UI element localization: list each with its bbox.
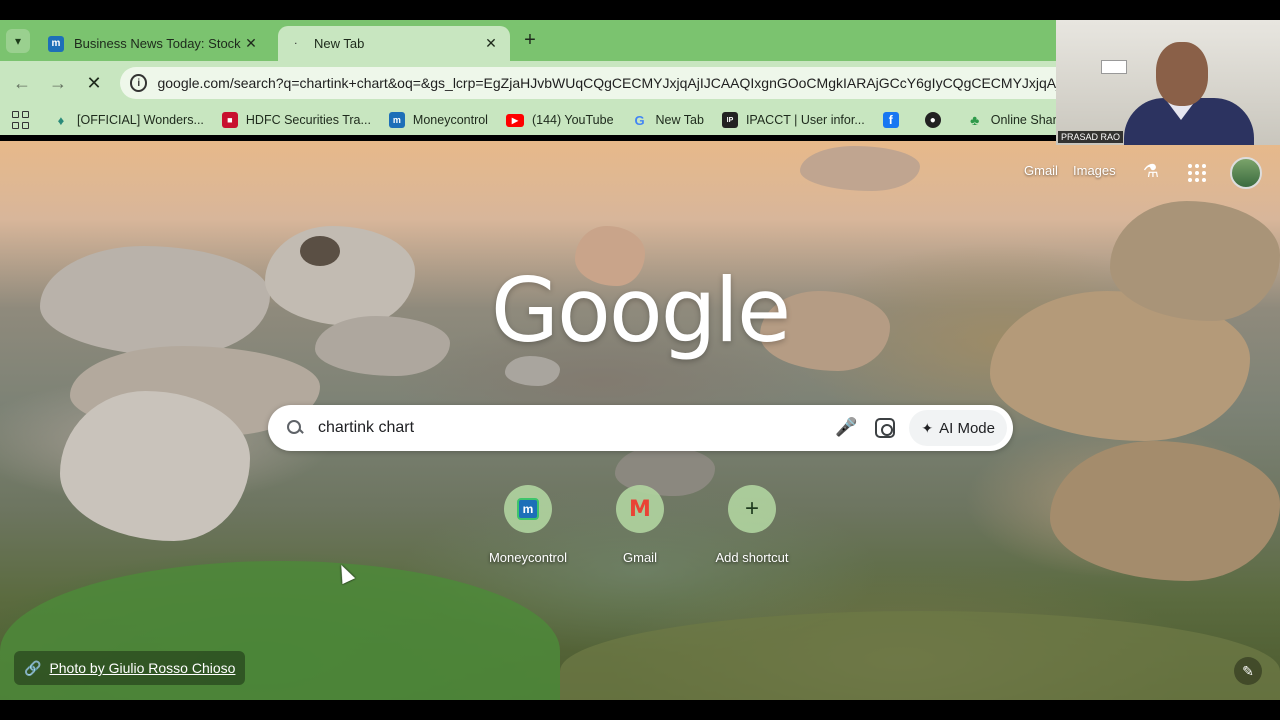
tab-title: New Tab xyxy=(314,36,365,51)
tab-search-chevron-icon[interactable]: ▾ xyxy=(6,29,30,53)
forward-arrow-icon[interactable]: → xyxy=(46,71,70,95)
shortcut-label: Gmail xyxy=(623,550,657,565)
gmail-link[interactable]: Gmail xyxy=(1024,163,1058,178)
tab-title: Business News Today: Stock and xyxy=(74,36,242,51)
bookmark-wonders[interactable]: ♦ [OFFICIAL] Wonders... xyxy=(53,112,204,128)
ipacct-icon: IP xyxy=(721,112,738,128)
bookmark-globe[interactable]: ● xyxy=(924,112,949,128)
google-lens-icon[interactable] xyxy=(875,418,896,438)
shortcut-tile: + xyxy=(728,485,776,533)
google-apps-icon[interactable] xyxy=(1188,164,1206,182)
background-rock xyxy=(1050,441,1280,581)
link-icon: 🔗 xyxy=(24,659,42,676)
bookmark-youtube[interactable]: ▶ (144) YouTube xyxy=(505,113,614,127)
new-tab-plus-icon[interactable]: + xyxy=(518,28,542,52)
youtube-icon: ▶ xyxy=(505,113,524,127)
clover-icon: ♣ xyxy=(970,112,980,128)
shortcut-add[interactable]: + Add shortcut xyxy=(696,485,808,565)
tab-business-news[interactable]: m Business News Today: Stock and ✕ xyxy=(38,26,270,61)
background-rock xyxy=(1110,201,1280,321)
shortcut-label: Moneycontrol xyxy=(488,550,568,565)
moneycontrol-icon: m xyxy=(388,112,405,128)
photo-credit-text: Photo by Giulio Rosso Chioso xyxy=(49,660,236,676)
close-icon[interactable]: ✕ xyxy=(482,35,500,52)
shortcut-gmail[interactable]: M Gmail xyxy=(584,485,696,565)
photo-credit-link[interactable]: 🔗 Photo by Giulio Rosso Chioso xyxy=(14,651,246,685)
site-info-icon[interactable]: i xyxy=(130,74,148,92)
address-text: google.com/search?q=chartink+chart&oq=&g… xyxy=(157,75,1056,91)
globe-icon: ● xyxy=(924,112,941,128)
search-icon xyxy=(286,419,304,437)
apps-grid-icon[interactable] xyxy=(12,111,29,129)
moneycontrol-icon: m xyxy=(517,498,539,520)
customize-pencil-icon[interactable]: ✎ xyxy=(1234,657,1262,685)
presenter-head xyxy=(1156,42,1208,106)
labs-flask-icon[interactable]: ⚗ xyxy=(1141,161,1161,183)
bookmark-facebook[interactable]: f xyxy=(882,112,907,128)
account-avatar[interactable] xyxy=(1230,157,1262,189)
top-black-bar xyxy=(0,0,1280,20)
browser-toolbar: ← → ✕ i google.com/search?q=chartink+cha… xyxy=(0,61,1056,105)
background-rock xyxy=(300,236,340,266)
google-g-icon: G xyxy=(634,112,645,128)
moneycontrol-favicon-icon: m xyxy=(48,35,64,52)
webcam-overlay: PRASAD RAO xyxy=(1056,20,1280,145)
tab-strip: ▾ m Business News Today: Stock and ✕ · N… xyxy=(0,20,1056,61)
bookmark-moneycontrol[interactable]: m Moneycontrol xyxy=(388,112,488,128)
diamond-icon: ♦ xyxy=(57,112,65,128)
shortcut-tile: M xyxy=(616,485,664,533)
bottom-black-bar xyxy=(0,700,1280,720)
stop-loading-icon[interactable]: ✕ xyxy=(82,71,106,95)
images-link[interactable]: Images xyxy=(1073,163,1116,178)
bookmark-new-tab[interactable]: G New Tab xyxy=(632,112,703,128)
search-input[interactable]: chartink chart xyxy=(318,419,835,437)
background-rock xyxy=(60,391,250,541)
wall-light-fixture xyxy=(1101,60,1127,74)
ai-mode-button[interactable]: ✦ AI Mode xyxy=(909,410,1007,446)
presenter-name: PRASAD RAO xyxy=(1058,131,1124,143)
microphone-icon[interactable]: 🎤 xyxy=(835,417,857,439)
bookmark-hdfc[interactable]: ■ HDFC Securities Tra... xyxy=(221,112,371,128)
background-rock xyxy=(40,246,270,356)
gmail-icon: M xyxy=(629,496,651,522)
background-rock xyxy=(315,316,450,376)
loading-icon: · xyxy=(294,39,298,48)
hdfc-icon: ■ xyxy=(221,112,238,128)
address-bar[interactable]: i google.com/search?q=chartink+chart&oq=… xyxy=(120,67,1056,99)
back-arrow-icon[interactable]: ← xyxy=(10,71,34,95)
search-box[interactable]: chartink chart 🎤 ✦ AI Mode xyxy=(268,405,1013,451)
shortcut-moneycontrol[interactable]: m Moneycontrol xyxy=(472,485,584,565)
new-tab-page: Gmail Images ⚗ Google chartink chart 🎤 ✦… xyxy=(0,141,1280,700)
bookmarks-bar: ♦ [OFFICIAL] Wonders... ■ HDFC Securitie… xyxy=(0,105,1112,135)
ai-mode-label: AI Mode xyxy=(939,419,995,437)
shortcut-tile: m xyxy=(504,485,552,533)
google-logo: Google xyxy=(490,259,791,362)
shortcut-label: Add shortcut xyxy=(715,550,789,565)
plus-icon: + xyxy=(744,495,759,522)
background-rock xyxy=(800,146,920,191)
background-rock xyxy=(265,226,415,326)
ai-sparkle-search-icon: ✦ xyxy=(921,419,934,436)
close-icon[interactable]: ✕ xyxy=(242,35,260,52)
bookmark-ipacct[interactable]: IP IPACCT | User infor... xyxy=(721,112,865,128)
facebook-icon: f xyxy=(882,112,899,128)
tab-new-tab[interactable]: · New Tab ✕ xyxy=(278,26,510,61)
background-vegetation xyxy=(560,611,1280,700)
